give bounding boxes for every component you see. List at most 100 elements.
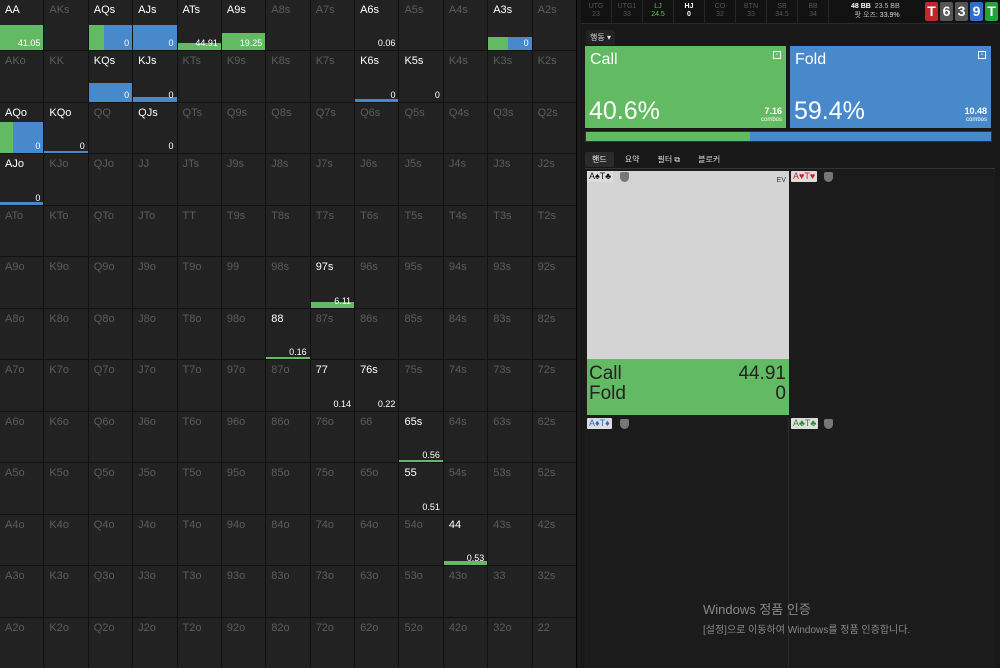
hand-cell[interactable]: K9o xyxy=(44,257,88,308)
hand-cell[interactable]: K4o xyxy=(44,514,88,566)
hand-cell[interactable]: 86s xyxy=(355,308,399,360)
hand-cell[interactable]: Q8s xyxy=(266,102,310,154)
hand-cell[interactable]: AA 41.05 xyxy=(0,0,44,51)
hand-cell[interactable]: 43s xyxy=(488,514,532,566)
hand-cell[interactable]: K4s xyxy=(443,51,488,102)
hand-cell[interactable]: T3o xyxy=(177,566,221,617)
hand-cell[interactable]: AJs 0 xyxy=(133,0,177,51)
hand-cell[interactable]: K8o xyxy=(44,308,88,360)
hand-cell[interactable]: A7o xyxy=(0,360,44,411)
hand-cell[interactable]: J5s xyxy=(399,154,443,205)
hand-cell[interactable]: J3s xyxy=(488,154,532,205)
hand-cell[interactable]: 93s xyxy=(488,257,532,308)
hand-cell[interactable]: 87o xyxy=(266,360,310,411)
hand-cell[interactable]: KJs 0 xyxy=(133,51,177,102)
hand-cell[interactable]: 75s xyxy=(399,360,443,411)
hand-cell[interactable]: 64s xyxy=(443,411,488,463)
hand-cell[interactable]: 73o xyxy=(310,566,355,617)
hand-cell[interactable]: KQo 0 xyxy=(44,102,88,154)
hand-cell[interactable]: 82s xyxy=(532,308,576,360)
hand-cell[interactable]: J9o xyxy=(133,257,177,308)
hand-cell[interactable]: KTo xyxy=(44,205,88,257)
hand-cell[interactable]: J7o xyxy=(133,360,177,411)
hand-cell[interactable]: 74o xyxy=(310,514,355,566)
tab-summary[interactable]: 요약 xyxy=(618,152,647,167)
hand-cell[interactable]: 22 xyxy=(532,617,576,668)
hand-cell[interactable]: T2o xyxy=(177,617,221,668)
hand-cell[interactable]: K8s xyxy=(266,51,310,102)
hand-cell[interactable]: A3s 0 xyxy=(488,0,532,51)
expand-icon[interactable]: ▫ xyxy=(978,51,986,59)
hand-cell[interactable]: Q6o xyxy=(88,411,133,463)
hand-cell[interactable]: T4s xyxy=(443,205,488,257)
hand-cell[interactable]: Q4s xyxy=(443,102,488,154)
hand-cell[interactable]: AQo 0 xyxy=(0,102,44,154)
hand-cell[interactable]: J8s xyxy=(266,154,310,205)
hand-cell[interactable]: Q9s xyxy=(221,102,266,154)
hand-cell[interactable]: 97o xyxy=(221,360,266,411)
hand-cell[interactable]: J2s xyxy=(532,154,576,205)
hand-cell[interactable]: KTs xyxy=(177,51,221,102)
hand-cell[interactable]: AQs 0 xyxy=(88,0,133,51)
hand-cell[interactable]: KQs 0 xyxy=(88,51,133,102)
hand-cell[interactable]: 52o xyxy=(399,617,443,668)
call-action-box[interactable]: Call ▫ 40.6% 7.16 combos xyxy=(585,46,786,128)
hand-cell[interactable]: AKo xyxy=(0,51,44,102)
hand-cell[interactable]: 55 0.51 xyxy=(399,463,443,514)
hand-cell[interactable]: T8o xyxy=(177,308,221,360)
hand-cell[interactable]: A8s xyxy=(266,0,310,51)
hand-cell[interactable]: 95o xyxy=(221,463,266,514)
hand-cell[interactable]: 66 xyxy=(355,411,399,463)
combo-panel-right[interactable]: A♥T♥ xyxy=(791,171,991,415)
hand-cell[interactable]: 73s xyxy=(488,360,532,411)
hand-cell[interactable]: JTo xyxy=(133,205,177,257)
hand-cell[interactable]: 63s xyxy=(488,411,532,463)
hand-cell[interactable]: J9s xyxy=(221,154,266,205)
hand-cell[interactable]: J2o xyxy=(133,617,177,668)
hand-cell[interactable]: 83o xyxy=(266,566,310,617)
hand-cell[interactable]: 43o xyxy=(443,566,488,617)
hand-cell[interactable]: J5o xyxy=(133,463,177,514)
hand-cell[interactable]: T7o xyxy=(177,360,221,411)
hand-cell[interactable]: 96s xyxy=(355,257,399,308)
hand-cell[interactable]: 32s xyxy=(532,566,576,617)
hand-cell[interactable]: Q2o xyxy=(88,617,133,668)
hand-cell[interactable]: ATo xyxy=(0,205,44,257)
hand-cell[interactable]: J6o xyxy=(133,411,177,463)
hand-cell[interactable]: T9s xyxy=(221,205,266,257)
hand-cell[interactable]: T9o xyxy=(177,257,221,308)
hand-cell[interactable]: QTo xyxy=(88,205,133,257)
hand-cell[interactable]: A5s xyxy=(399,0,443,51)
hand-cell[interactable]: 62s xyxy=(532,411,576,463)
fold-action-box[interactable]: Fold ▫ 59.4% 10.48 combos xyxy=(790,46,991,128)
hand-cell[interactable]: AJo 0 xyxy=(0,154,44,205)
position-sb[interactable]: SB 34.5 xyxy=(767,0,798,24)
hand-cell[interactable]: K7o xyxy=(44,360,88,411)
hand-cell[interactable]: A5o xyxy=(0,463,44,514)
hand-cell[interactable]: T2s xyxy=(532,205,576,257)
position-hj[interactable]: HJ 0 xyxy=(674,0,705,24)
hand-cell[interactable]: 82o xyxy=(266,617,310,668)
hand-cell[interactable]: K2s xyxy=(532,51,576,102)
hand-cell[interactable]: 64o xyxy=(355,514,399,566)
hand-cell[interactable]: A7s xyxy=(310,0,355,51)
hand-cell[interactable]: A9s 19.25 xyxy=(221,0,266,51)
hand-cell[interactable]: QQ xyxy=(88,102,133,154)
hand-cell[interactable]: 65o xyxy=(355,463,399,514)
hand-cell[interactable]: JTs xyxy=(177,154,221,205)
hand-cell[interactable]: 92o xyxy=(221,617,266,668)
hand-cell[interactable]: Q6s xyxy=(355,102,399,154)
tab-filter[interactable]: 필터 ⧉ xyxy=(650,152,687,167)
position-btn[interactable]: BTN 33 xyxy=(736,0,767,24)
hand-cell[interactable]: 72s xyxy=(532,360,576,411)
position-utg[interactable]: UTG 23 xyxy=(581,0,612,24)
hand-cell[interactable]: A6s 0.06 xyxy=(355,0,399,51)
hand-cell[interactable]: Q9o xyxy=(88,257,133,308)
hand-cell[interactable]: 98s xyxy=(266,257,310,308)
hand-cell[interactable]: 87s xyxy=(310,308,355,360)
hand-cell[interactable]: K2o xyxy=(44,617,88,668)
hand-cell[interactable]: 92s xyxy=(532,257,576,308)
hand-cell[interactable]: 95s xyxy=(399,257,443,308)
hand-cell[interactable]: Q3o xyxy=(88,566,133,617)
hand-cell[interactable]: 53o xyxy=(399,566,443,617)
